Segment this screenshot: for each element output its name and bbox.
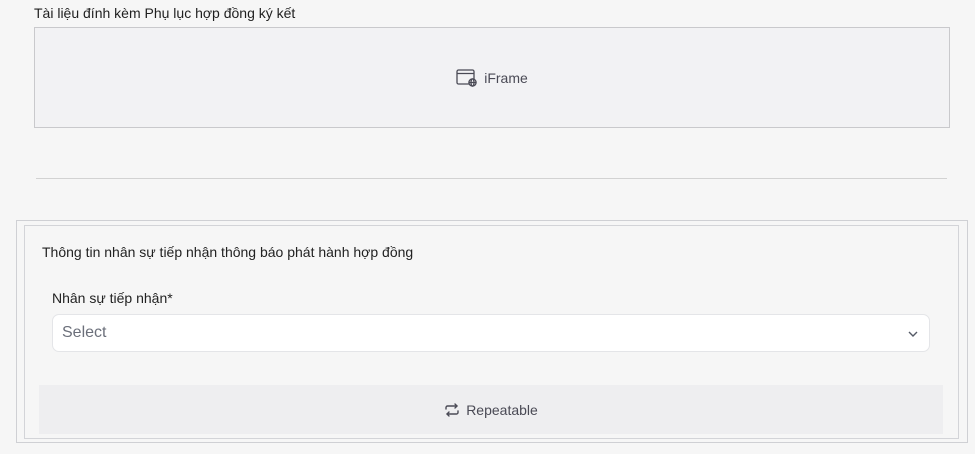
- repeat-icon: [444, 402, 460, 418]
- attachment-label: Tài liệu đính kèm Phụ lục hợp đồng ký kế…: [34, 5, 296, 21]
- repeatable-button[interactable]: Repeatable: [39, 385, 943, 434]
- staff-select[interactable]: Select: [52, 314, 930, 352]
- divider: [36, 178, 947, 179]
- select-value: Select: [62, 324, 107, 341]
- field-label: Nhân sự tiếp nhận*: [52, 290, 173, 306]
- iframe-placeholder[interactable]: iFrame: [34, 27, 950, 128]
- section-title: Thông tin nhân sự tiếp nhận thông báo ph…: [42, 244, 414, 260]
- chevron-down-icon: [907, 327, 919, 345]
- iframe-label: iFrame: [484, 69, 528, 86]
- repeatable-label: Repeatable: [466, 401, 538, 418]
- browser-globe-icon: [456, 68, 478, 87]
